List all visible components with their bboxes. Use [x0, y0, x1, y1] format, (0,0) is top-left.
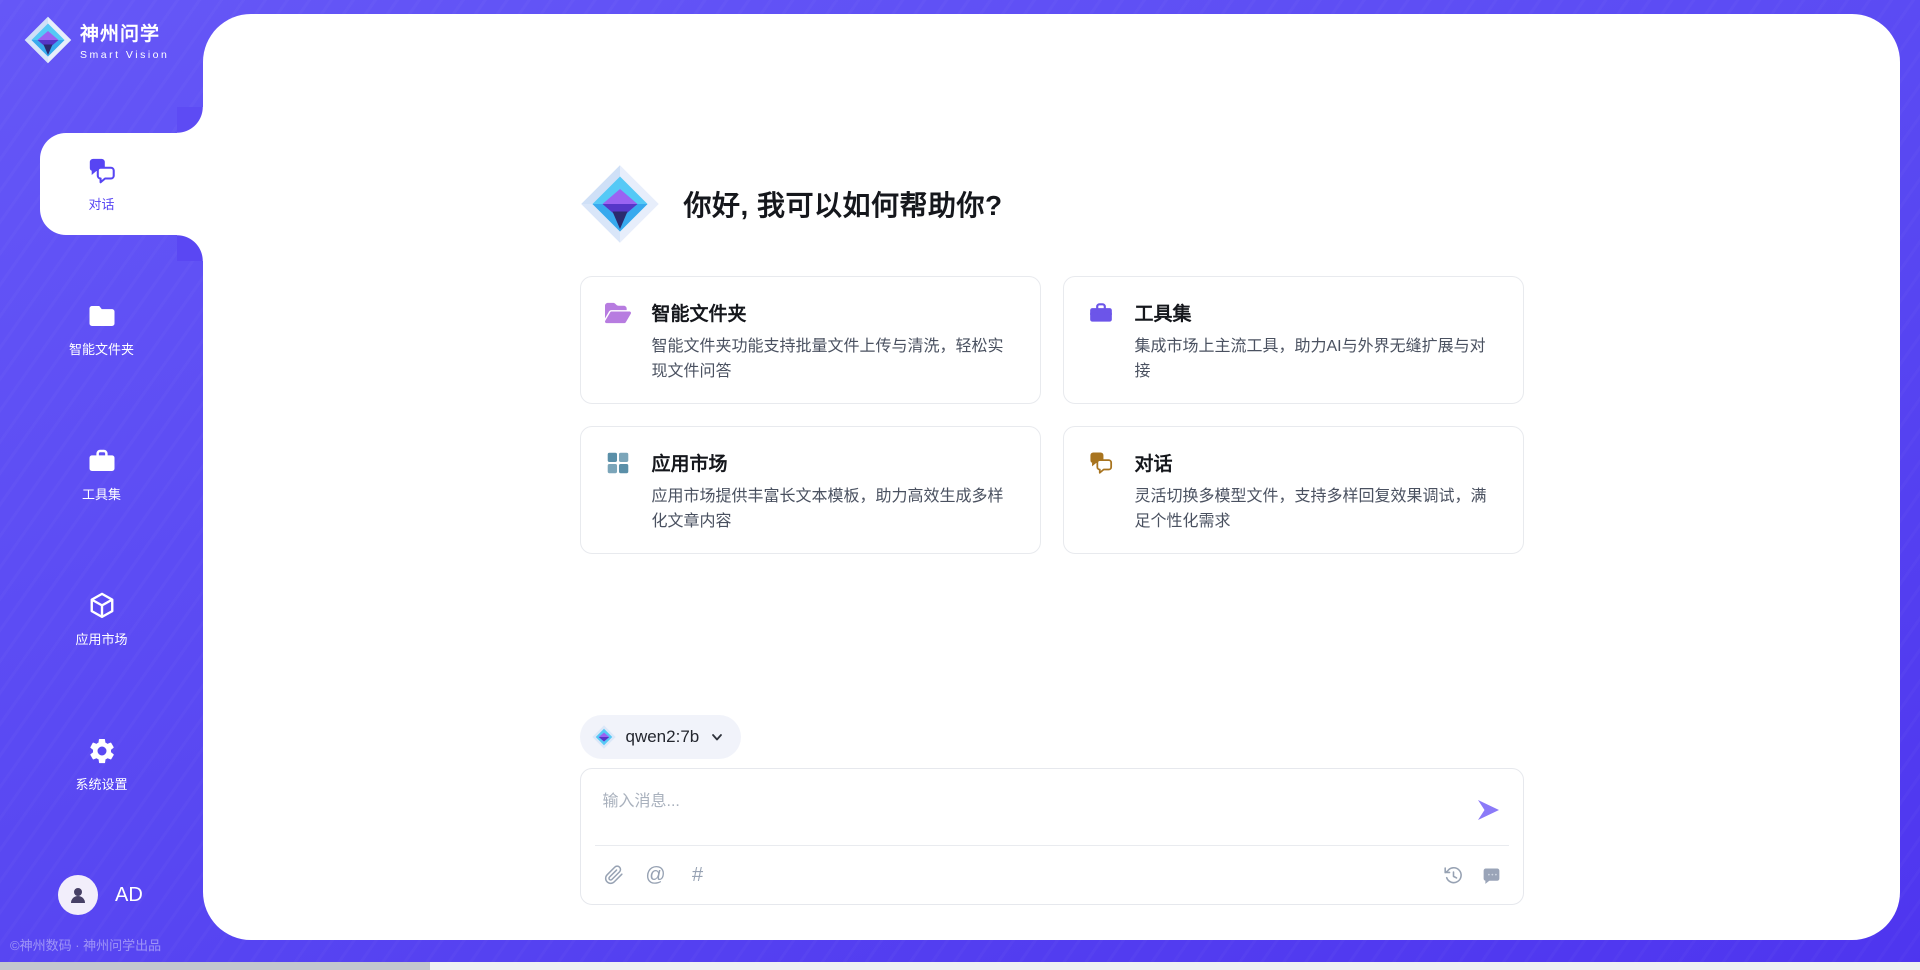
chat-bubbles-icon — [87, 156, 117, 186]
card-title: 智能文件夹 — [652, 299, 747, 326]
sidebar-item-toolset[interactable]: 工具集 — [0, 423, 203, 525]
sidebar-item-label: 对话 — [88, 194, 114, 213]
card-description: 灵活切换多模型文件，支持多样回复效果调试，满足个性化需求 — [1135, 485, 1499, 535]
sidebar-nav: 对话 智能文件夹 工具集 应用市场 — [0, 133, 203, 858]
sidebar-item-settings[interactable]: 系统设置 — [0, 713, 203, 815]
greeting: 你好, 我可以如何帮助你? — [580, 164, 1524, 244]
mention-icon[interactable]: @ — [645, 864, 667, 886]
card-description: 智能文件夹功能支持批量文件上传与清洗，轻松实现文件问答 — [652, 335, 1016, 385]
sidebar-footer: ©神州数码 · 神州问学出品 — [10, 935, 161, 954]
model-selector[interactable]: qwen2:7b — [580, 715, 742, 759]
message-input[interactable] — [581, 769, 1523, 841]
message-composer: @ # — [580, 768, 1524, 905]
history-icon[interactable] — [1443, 864, 1465, 886]
brand-name: 神州问学 — [80, 19, 169, 46]
card-title: 工具集 — [1135, 299, 1192, 326]
gear-icon — [87, 736, 117, 766]
horizontal-scrollbar[interactable] — [0, 962, 1920, 970]
brand: 神州问学 Smart Vision — [24, 16, 169, 64]
model-name: qwen2:7b — [626, 727, 700, 747]
sidebar-item-label: 应用市场 — [75, 629, 127, 648]
main-area: 你好, 我可以如何帮助你? 智能文件夹 智能文件夹功能支持批量文件上传与清洗，轻… — [203, 14, 1900, 940]
user-initials: AD — [115, 884, 143, 907]
chevron-down-icon — [709, 729, 725, 745]
card-toolset[interactable]: 工具集 集成市场上主流工具，助力AI与外界无缝扩展与对接 — [1063, 276, 1524, 404]
sidebar-item-chat[interactable]: 对话 — [0, 133, 203, 235]
brand-tagline: Smart Vision — [80, 49, 169, 61]
brand-logo-icon — [24, 16, 72, 64]
assistant-logo-icon — [580, 164, 660, 244]
grid-icon — [605, 450, 631, 476]
folder-open-icon — [605, 300, 631, 326]
composer-toolbar-right — [1443, 864, 1503, 886]
sidebar-item-label: 智能文件夹 — [69, 339, 134, 358]
avatar — [58, 875, 98, 915]
toolbox-icon — [87, 446, 117, 476]
toolbox-icon — [1088, 300, 1114, 326]
folder-icon — [87, 301, 117, 331]
card-title: 应用市场 — [652, 449, 728, 476]
sidebar-item-app-market[interactable]: 应用市场 — [0, 568, 203, 670]
sidebar-item-label: 工具集 — [82, 484, 121, 503]
model-logo-icon — [592, 725, 616, 749]
card-smart-folder[interactable]: 智能文件夹 智能文件夹功能支持批量文件上传与清洗，轻松实现文件问答 — [580, 276, 1041, 404]
greeting-text: 你好, 我可以如何帮助你? — [684, 184, 1003, 224]
sidebar: 神州问学 Smart Vision 对话 智能文件夹 工具集 — [0, 0, 203, 970]
card-app-market[interactable]: 应用市场 应用市场提供丰富长文本模板，助力高效生成多样化文章内容 — [580, 426, 1041, 554]
user-account[interactable]: AD — [58, 875, 143, 915]
card-chat[interactable]: 对话 灵活切换多模型文件，支持多样回复效果调试，满足个性化需求 — [1063, 426, 1524, 554]
feedback-bubble-icon[interactable] — [1481, 864, 1503, 886]
sidebar-item-label: 系统设置 — [75, 774, 127, 793]
chat-bubbles-icon — [1088, 450, 1114, 476]
card-description: 集成市场上主流工具，助力AI与外界无缝扩展与对接 — [1135, 335, 1499, 385]
horizontal-scrollbar-thumb[interactable] — [0, 962, 430, 970]
card-description: 应用市场提供丰富长文本模板，助力高效生成多样化文章内容 — [652, 485, 1016, 535]
brand-text: 神州问学 Smart Vision — [80, 19, 169, 61]
feature-cards: 智能文件夹 智能文件夹功能支持批量文件上传与清洗，轻松实现文件问答 工具集 集 — [580, 276, 1524, 554]
cube-icon — [87, 591, 117, 621]
person-icon — [66, 883, 90, 907]
composer-toolbar: @ # — [603, 846, 1503, 904]
attachment-icon[interactable] — [603, 864, 625, 886]
hashtag-icon[interactable]: # — [687, 864, 709, 886]
card-title: 对话 — [1135, 449, 1173, 476]
send-icon[interactable] — [1475, 797, 1501, 823]
active-item-background — [40, 133, 203, 235]
sidebar-item-smart-folder[interactable]: 智能文件夹 — [0, 278, 203, 380]
